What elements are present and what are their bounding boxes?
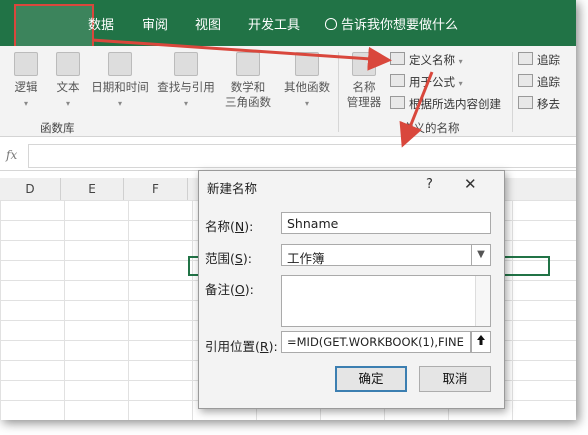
- lookup-icon: [174, 52, 198, 76]
- tab-view[interactable]: 视图: [195, 14, 221, 33]
- comment-label: 备注(O):: [205, 282, 254, 297]
- more-functions-icon: [295, 52, 319, 76]
- define-name-button[interactable]: 定义名称 ▾: [390, 52, 463, 68]
- lightbulb-icon: [325, 18, 337, 30]
- comment-scrollbar[interactable]: [475, 276, 490, 326]
- dialog-title: 新建名称: [207, 181, 258, 196]
- math-icon: [236, 52, 260, 76]
- text-icon: [56, 52, 80, 76]
- tell-me-box[interactable]: 告诉我你想要做什么: [325, 14, 458, 33]
- text-label: 文本: [56, 80, 80, 94]
- refers-to-input[interactable]: =MID(GET.WORKBOOK(1),FINE: [281, 331, 471, 353]
- use-in-formula-label: 用于公式: [409, 75, 455, 89]
- help-icon[interactable]: ?: [426, 177, 433, 192]
- comment-textarea[interactable]: [281, 275, 491, 327]
- logic-label: 逻辑: [14, 80, 38, 94]
- lookup-button[interactable]: 查找与引用 ▾: [154, 52, 218, 111]
- formula-input[interactable]: [28, 144, 576, 168]
- trace-dependents-label: 追踪: [537, 75, 560, 89]
- remove-arrows-icon: [518, 96, 533, 109]
- fx-icon[interactable]: fx: [6, 148, 17, 162]
- tab-developer[interactable]: 开发工具: [248, 14, 300, 33]
- use-in-formula-button[interactable]: 用于公式 ▾: [390, 74, 463, 90]
- more-functions-button[interactable]: 其他函数 ▾: [280, 52, 334, 111]
- defined-names-group-label: 定义的名称: [402, 121, 460, 135]
- chevron-down-icon[interactable]: ▼: [471, 245, 490, 265]
- scope-select[interactable]: 工作簿 ▼: [281, 244, 491, 266]
- formula-bar: fx: [0, 140, 576, 171]
- collapse-dialog-icon[interactable]: [471, 331, 491, 353]
- name-manager-button[interactable]: 名称 管理器: [342, 52, 386, 110]
- trace-precedents-icon: [518, 52, 533, 65]
- calendar-icon: [108, 52, 132, 76]
- tab-data[interactable]: 数据: [88, 14, 114, 33]
- define-name-icon: [390, 52, 405, 65]
- lookup-label: 查找与引用: [157, 80, 215, 94]
- create-from-selection-icon: [390, 96, 405, 109]
- trace-precedents-button[interactable]: 追踪: [518, 52, 560, 68]
- logic-icon: [14, 52, 38, 76]
- column-header-e[interactable]: E: [61, 178, 124, 201]
- remove-arrows-button[interactable]: 移去: [518, 96, 560, 112]
- cancel-button[interactable]: 取消: [419, 366, 491, 392]
- refers-to-label: 引用位置(R):: [205, 339, 278, 354]
- more-functions-label: 其他函数: [284, 80, 330, 94]
- excel-window: 数据 审阅 视图 开发工具 告诉我你想要做什么 逻辑 ▾ 文本 ▾ 日期和时间 ▾ 查…: [0, 0, 576, 420]
- define-name-label: 定义名称: [409, 53, 455, 67]
- math-label-2: 三角函数: [225, 95, 271, 109]
- logic-button[interactable]: 逻辑 ▾: [4, 52, 48, 111]
- use-in-formula-icon: [390, 74, 405, 87]
- highlighted-formula-tab[interactable]: [14, 4, 94, 50]
- new-name-dialog: 新建名称 ? ✕ 名称(N): Shname 范围(S): 工作簿 ▼ 备注(O…: [198, 170, 505, 409]
- math-label-1: 数学和: [230, 80, 266, 94]
- text-button[interactable]: 文本 ▾: [46, 52, 90, 111]
- trace-dependents-button[interactable]: 追踪: [518, 74, 560, 90]
- remove-arrows-label: 移去: [537, 97, 560, 111]
- name-label: 名称(N):: [205, 219, 254, 234]
- group-divider: [512, 52, 513, 132]
- tell-me-text: 告诉我你想要做什么: [341, 18, 459, 33]
- ribbon-tab-bar: 数据 审阅 视图 开发工具 告诉我你想要做什么: [0, 0, 576, 50]
- name-manager-label-1: 名称: [352, 80, 376, 94]
- trace-precedents-label: 追踪: [537, 53, 560, 67]
- name-manager-icon: [352, 52, 376, 76]
- close-icon[interactable]: ✕: [464, 175, 477, 193]
- group-divider: [338, 52, 339, 132]
- math-trig-button[interactable]: 数学和 三角函数: [220, 52, 276, 110]
- trace-dependents-icon: [518, 74, 533, 87]
- tab-review[interactable]: 审阅: [142, 14, 168, 33]
- column-header-d[interactable]: D: [0, 178, 61, 201]
- ribbon-formulas: 逻辑 ▾ 文本 ▾ 日期和时间 ▾ 查找与引用 ▾ 数学和 三角函数 其他函数 ▾ 函数库…: [0, 46, 576, 137]
- ok-button[interactable]: 确定: [335, 366, 407, 392]
- scope-value: 工作簿: [287, 251, 325, 266]
- date-time-label: 日期和时间: [91, 80, 149, 94]
- name-input[interactable]: Shname: [281, 212, 491, 234]
- create-from-selection-label: 根据所选内容创建: [409, 97, 501, 111]
- function-library-group-label: 函数库: [40, 121, 75, 135]
- date-time-button[interactable]: 日期和时间 ▾: [88, 52, 152, 111]
- create-from-selection-button[interactable]: 根据所选内容创建: [390, 96, 501, 112]
- scope-label: 范围(S):: [205, 251, 252, 266]
- name-manager-label-2: 管理器: [346, 95, 382, 109]
- column-header-f[interactable]: F: [124, 178, 188, 201]
